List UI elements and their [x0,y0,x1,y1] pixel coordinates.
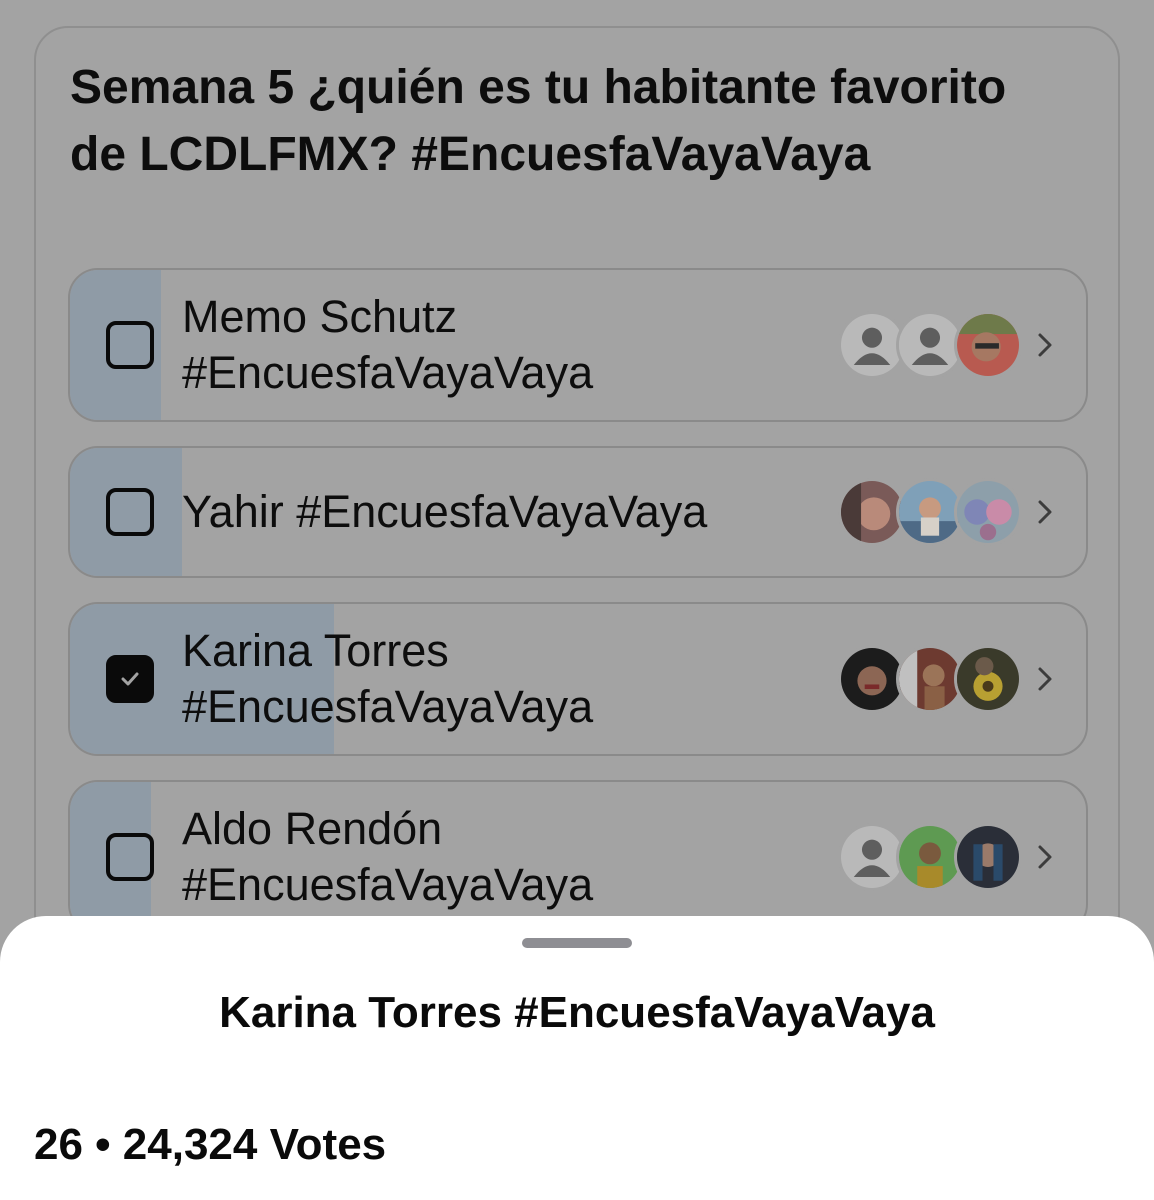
checkbox[interactable] [106,321,154,369]
poll-option-karina-torres[interactable]: Karina Torres #EncuesfaVayaVaya [68,602,1088,756]
sheet-title: Karina Torres #EncuesfaVayaVaya [219,988,935,1037]
poll-question: Semana 5 ¿quién es tu habitante favorito… [70,61,1007,181]
chevron-right-icon[interactable] [1036,843,1054,871]
vote-count: 26 • 24,324 Votes [34,1120,387,1169]
poll-option-yahir[interactable]: Yahir #EncuesfaVayaVaya [68,446,1088,578]
option-label: Aldo Rendón #EncuesfaVayaVaya [182,803,594,910]
checkbox[interactable] [106,488,154,536]
sheet-grabber-handle[interactable] [522,938,632,948]
checkbox-checked[interactable] [106,655,154,703]
voter-avatar-photo [954,478,1022,546]
voter-avatar-photo [954,823,1022,891]
checkmark-icon [121,672,139,686]
voter-avatar-photo [954,311,1022,379]
poll-option-aldo-rendon[interactable]: Aldo Rendón #EncuesfaVayaVaya [68,780,1088,934]
voter-avatars[interactable] [838,823,1022,891]
checkbox[interactable] [106,833,154,881]
chevron-right-icon[interactable] [1036,665,1054,693]
voter-avatars[interactable] [838,478,1022,546]
poll-card: Semana 5 ¿quién es tu habitante favorito… [34,26,1120,1026]
voters-bottom-sheet[interactable]: Karina Torres #EncuesfaVayaVaya 26 • 24,… [0,916,1154,1200]
option-label: Yahir #EncuesfaVayaVaya [182,486,708,537]
option-label: Karina Torres #EncuesfaVayaVaya [182,625,594,732]
option-label: Memo Schutz #EncuesfaVayaVaya [182,291,594,398]
voter-avatars[interactable] [838,645,1022,713]
voter-avatar-photo [954,645,1022,713]
chevron-right-icon[interactable] [1036,331,1054,359]
chevron-right-icon[interactable] [1036,498,1054,526]
poll-option-memo-schutz[interactable]: Memo Schutz #EncuesfaVayaVaya [68,268,1088,422]
voter-avatars[interactable] [838,311,1022,379]
